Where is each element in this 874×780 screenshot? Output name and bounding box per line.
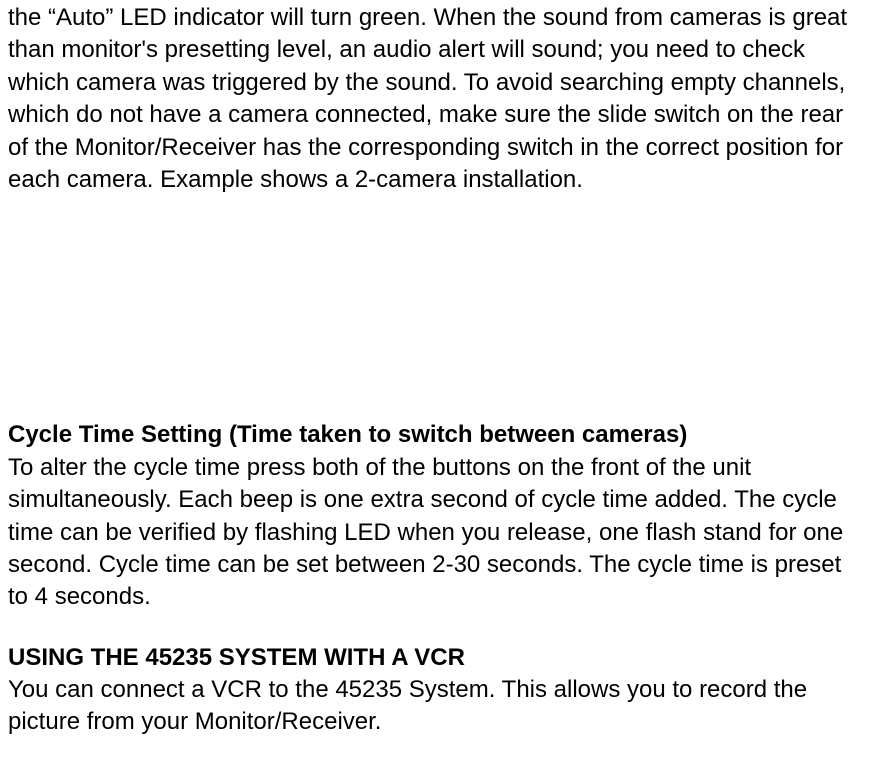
- intro-text: the “Auto” LED indicator will turn green…: [8, 4, 847, 193]
- cycle-time-heading: Cycle Time Setting (Time taken to switch…: [8, 421, 687, 448]
- vcr-heading: USING THE 45235 SYSTEM WITH A VCR: [8, 644, 465, 671]
- image-placeholder-gap: [8, 224, 866, 419]
- intro-paragraph: the “Auto” LED indicator will turn green…: [8, 2, 866, 196]
- vcr-section: USING THE 45235 SYSTEM WITH A VCR You ca…: [8, 642, 866, 739]
- cycle-time-text: To alter the cycle time press both of th…: [8, 454, 843, 611]
- vcr-text: You can connect a VCR to the 45235 Syste…: [8, 676, 807, 735]
- cycle-time-section: Cycle Time Setting (Time taken to switch…: [8, 419, 866, 613]
- section-gap: [8, 614, 866, 642]
